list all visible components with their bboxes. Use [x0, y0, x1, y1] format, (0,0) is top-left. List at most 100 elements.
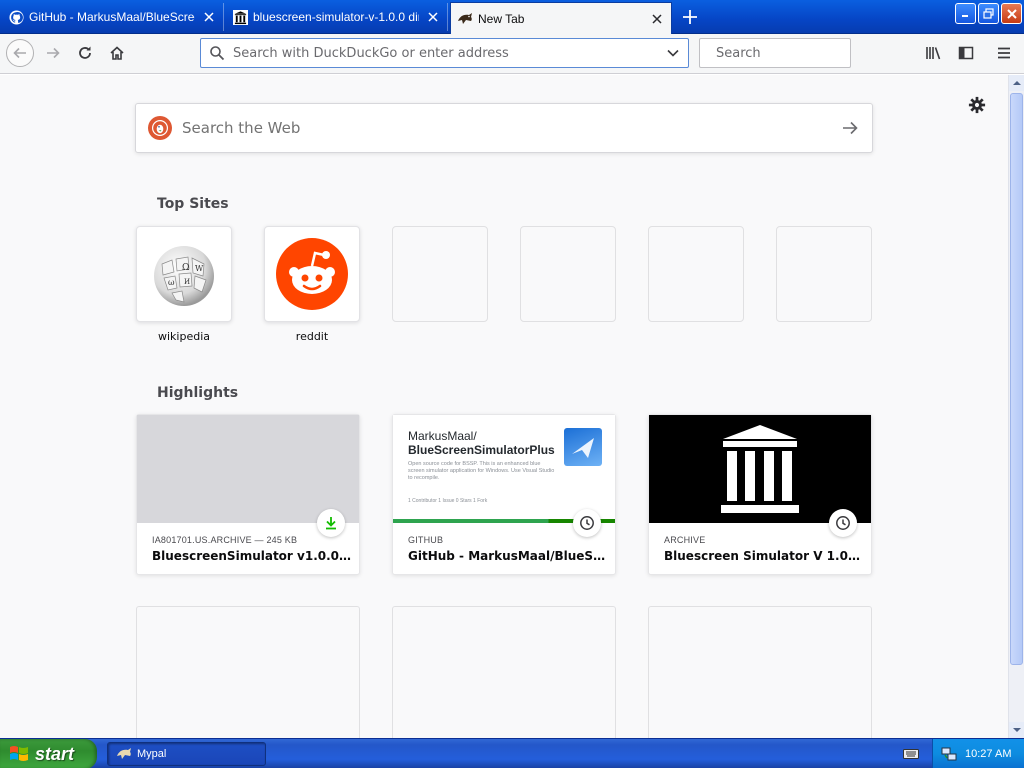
- arrow-left-icon: [13, 47, 26, 59]
- top-site-label[interactable]: wikipedia: [136, 330, 232, 343]
- chevron-up-icon: [1012, 81, 1021, 85]
- clock-icon: [829, 509, 857, 537]
- tab-strip: GitHub - MarkusMaal/BlueScreenSimulatorP…: [0, 0, 1024, 34]
- preview-stats: 1 Contributor 1 Issue 0 Stars 1 Fork: [408, 498, 488, 504]
- highlight-card-download[interactable]: IA801701.US.ARCHIVE — 245 KB BluescreenS…: [136, 414, 360, 575]
- system-tray: 10:27 AM: [932, 739, 1024, 768]
- highlights-heading: Highlights: [157, 385, 239, 401]
- highlight-card-github[interactable]: MarkusMaal/ BlueScreenSimulatorPlus Open…: [392, 414, 616, 575]
- new-tab-page: Top Sites Ω W ω И wikipedia reddit Highl…: [0, 75, 1008, 738]
- close-icon[interactable]: [649, 11, 665, 27]
- scroll-up-button[interactable]: [1009, 75, 1024, 91]
- reload-icon: [79, 46, 91, 59]
- reload-button[interactable]: [71, 39, 99, 67]
- web-search-box[interactable]: [135, 103, 873, 153]
- start-label: start: [35, 743, 75, 764]
- top-site-label[interactable]: reddit: [264, 330, 360, 343]
- preview-owner: MarkusMaal/: [408, 429, 477, 443]
- vertical-scrollbar[interactable]: [1008, 75, 1024, 738]
- reddit-icon: [276, 238, 348, 310]
- forward-button[interactable]: [39, 39, 67, 67]
- preview-image: [564, 428, 602, 466]
- chevron-down-icon[interactable]: [666, 46, 680, 60]
- home-button[interactable]: [103, 39, 131, 67]
- keyboard-icon[interactable]: [903, 746, 919, 762]
- home-icon: [110, 46, 124, 60]
- download-icon: [317, 509, 345, 537]
- gear-icon: [968, 96, 986, 114]
- tab-title: bluescreen-simulator-v-1.0.0 directory l…: [253, 10, 419, 24]
- scrollbar-thumb[interactable]: [1010, 93, 1023, 665]
- restore-icon: [983, 8, 994, 19]
- tab-title: New Tab: [478, 11, 525, 26]
- wikipedia-icon: Ω W ω И: [154, 246, 214, 306]
- chevron-down-icon: [1012, 728, 1021, 732]
- top-site-empty: [520, 226, 616, 322]
- url-bar[interactable]: [200, 38, 689, 68]
- close-icon: [1006, 8, 1017, 19]
- menu-button[interactable]: [990, 39, 1018, 67]
- sidebar-button[interactable]: [952, 39, 980, 67]
- restore-button[interactable]: [978, 3, 999, 24]
- arrow-right-icon[interactable]: [840, 118, 860, 138]
- close-icon[interactable]: [425, 9, 441, 25]
- svg-text:Ω: Ω: [182, 263, 189, 273]
- clock-icon: [573, 509, 601, 537]
- duckduckgo-icon: [148, 116, 172, 140]
- mypal-icon: [457, 11, 473, 27]
- archive-icon: [721, 425, 799, 513]
- back-button[interactable]: [6, 39, 34, 67]
- svg-text:ω: ω: [168, 278, 175, 287]
- card-thumbnail: MarkusMaal/ BlueScreenSimulatorPlus Open…: [393, 415, 615, 523]
- mypal-icon: [117, 748, 131, 759]
- search-bar[interactable]: [699, 38, 886, 68]
- top-site-reddit[interactable]: [264, 226, 360, 322]
- minimize-icon: [962, 15, 968, 17]
- window-close-button[interactable]: [1001, 3, 1022, 24]
- top-site-wikipedia[interactable]: Ω W ω И: [136, 226, 232, 322]
- plus-icon: [683, 10, 697, 24]
- hamburger-icon: [998, 47, 1010, 59]
- card-context: IA801701.US.ARCHIVE — 245 KB: [152, 535, 298, 545]
- preview-description: Open source code for BSSP. This is an en…: [408, 461, 555, 481]
- card-title: BluescreenSimulator v1.0.0.exe: [152, 549, 352, 563]
- card-title: GitHub - MarkusMaal/BlueScreenSimulatorP…: [408, 549, 608, 563]
- highlight-placeholder: [136, 606, 360, 738]
- tab-github[interactable]: GitHub - MarkusMaal/BlueScreenSimulatorP…: [2, 3, 224, 31]
- preview-repo: BlueScreenSimulatorPlus: [408, 443, 555, 457]
- card-title: Bluescreen Simulator V 1.0.0 : Free Down…: [664, 549, 864, 563]
- svg-text:И: И: [184, 278, 190, 286]
- close-icon[interactable]: [201, 9, 217, 25]
- sidebar-icon: [958, 46, 974, 60]
- tab-new-tab[interactable]: New Tab: [450, 2, 672, 34]
- new-tab-button[interactable]: [676, 5, 704, 29]
- card-thumbnail: [649, 415, 871, 523]
- top-site-empty: [392, 226, 488, 322]
- arrow-right-icon: [47, 47, 60, 59]
- card-context: ARCHIVE: [664, 535, 706, 545]
- network-icon[interactable]: [941, 746, 957, 762]
- settings-button[interactable]: [966, 94, 988, 116]
- scroll-down-button[interactable]: [1009, 722, 1024, 738]
- taskbar: start Mypal 10:27 AM: [0, 738, 1024, 768]
- github-icon: [8, 9, 24, 25]
- highlight-placeholder: [648, 606, 872, 738]
- url-input[interactable]: [233, 45, 666, 61]
- highlight-card-archive[interactable]: ARCHIVE Bluescreen Simulator V 1.0.0 : F…: [648, 414, 872, 575]
- library-icon: [926, 47, 941, 60]
- taskbar-item-mypal[interactable]: Mypal: [107, 742, 266, 766]
- tab-title: GitHub - MarkusMaal/BlueScreenSimulatorP…: [29, 10, 195, 24]
- windows-logo-icon: [10, 746, 28, 761]
- search-icon: [210, 46, 225, 61]
- card-context: GITHUB: [408, 535, 444, 545]
- minimize-button[interactable]: [955, 3, 976, 24]
- library-button[interactable]: [920, 39, 948, 67]
- web-search-input[interactable]: [182, 119, 840, 137]
- top-sites-heading: Top Sites: [157, 196, 229, 212]
- taskbar-item-label: Mypal: [137, 748, 167, 760]
- clock[interactable]: 10:27 AM: [965, 748, 1011, 760]
- start-button[interactable]: start: [0, 739, 97, 768]
- top-site-empty: [648, 226, 744, 322]
- search-input[interactable]: [716, 45, 886, 61]
- tab-archive[interactable]: bluescreen-simulator-v-1.0.0 directory l…: [226, 3, 448, 31]
